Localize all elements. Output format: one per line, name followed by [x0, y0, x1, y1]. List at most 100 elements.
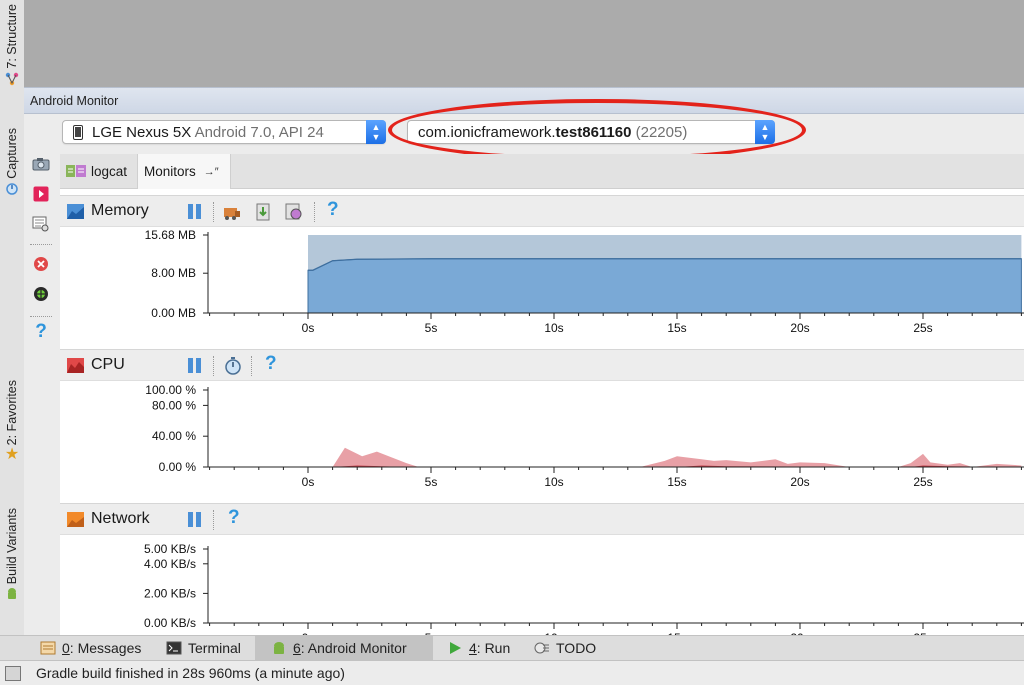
cpu-y-tick-label: 40.00 %: [152, 429, 196, 443]
separator: [213, 356, 214, 376]
tab-logcat-label: logcat: [91, 163, 128, 179]
separator: [213, 202, 214, 222]
terminal-icon: [166, 641, 182, 655]
initiate-gc-button[interactable]: [223, 203, 241, 221]
terminal-tab[interactable]: Terminal: [160, 636, 247, 660]
pin-tab-icon[interactable]: →″: [204, 166, 219, 178]
android-monitor-tab[interactable]: 6: Android Monitor: [255, 636, 433, 660]
network-pause-button[interactable]: [188, 512, 202, 527]
memory-x-tick-label: 10s: [544, 321, 563, 335]
panel-title: Android Monitor: [30, 94, 119, 108]
layout-inspector-button[interactable]: [31, 284, 51, 304]
highlight-annotation: [388, 99, 806, 161]
bottom-tool-window-bar: 0: Messages Terminal 6: Android Monitor …: [0, 635, 1024, 661]
memory-x-tick-label: 5s: [425, 321, 438, 335]
device-dropdown[interactable]: LGE Nexus 5X Android 7.0, API 24 ▲ ▼: [62, 120, 386, 144]
run-tab[interactable]: 4: Run: [441, 636, 516, 660]
terminal-tab-label: Terminal: [188, 640, 241, 656]
android-monitor-tab-label: : Android Monitor: [300, 640, 407, 656]
camera-icon: [32, 158, 50, 171]
cpu-y-tick-label: 80.00 %: [152, 398, 196, 412]
memory-y-tick-label: 0.00 MB: [151, 306, 196, 320]
todo-tab[interactable]: TODO: [528, 636, 602, 660]
monitors-panel: Memory ? 0.00 MB 8.00 MB 15.68 MB 0s 5s 10s 15…: [60, 189, 1024, 635]
phone-icon: [73, 125, 83, 140]
screen-record-button[interactable]: [31, 184, 51, 204]
track-allocations-button[interactable]: [285, 203, 303, 221]
star-icon: ★: [4, 446, 20, 464]
messages-tab-label: : Messages: [69, 640, 142, 656]
memory-help-icon[interactable]: ?: [327, 199, 339, 221]
run-tab-label: : Run: [476, 640, 511, 656]
run-icon: [450, 642, 461, 654]
network-y-tick-label: 2.00 KB/s: [144, 586, 196, 600]
logcat-icon: [66, 165, 86, 177]
network-title: Network: [91, 510, 150, 527]
cpu-title: CPU: [91, 356, 125, 373]
network-help-icon[interactable]: ?: [228, 507, 240, 529]
cpu-chart: 0.00 % 40.00 % 80.00 %100.00 % 0s 5s 10s 15s 20…: [145, 383, 1024, 489]
tool-windows-toggle-icon[interactable]: [5, 666, 21, 681]
memory-y-tick-label: 15.68 MB: [145, 228, 196, 242]
tab-monitors-label: Monitors: [144, 164, 196, 179]
device-detail: Android 7.0, API 24: [194, 124, 324, 141]
tab-monitors[interactable]: Monitors →″: [137, 154, 231, 189]
captures-tab[interactable]: Captures: [0, 128, 24, 199]
system-info-button[interactable]: [31, 214, 51, 234]
cpu-x-tick-label: 10s: [544, 475, 563, 489]
cpu-pause-button[interactable]: [188, 358, 202, 373]
help-button[interactable]: ?: [31, 321, 51, 342]
favorites-tab-label: 2: Favorites: [5, 380, 19, 446]
cpu-y-tick-label: 100.00 %: [145, 383, 196, 397]
monitor-tab-bar: logcat Monitors →″: [60, 154, 1024, 189]
cpu-x-tick-label: 25s: [913, 475, 932, 489]
dump-heap-button[interactable]: [255, 203, 273, 221]
separator: [30, 244, 52, 245]
layout-inspector-icon: [34, 287, 48, 301]
status-text: Gradle build finished in 28s 960ms (a mi…: [36, 665, 345, 681]
memory-chart: 0.00 MB 8.00 MB 15.68 MB 0s 5s 10s 15s 20s 25s: [145, 228, 1024, 335]
screen-capture-button[interactable]: [31, 154, 51, 174]
tab-logcat[interactable]: logcat: [60, 154, 136, 188]
captures-icon: [6, 182, 18, 195]
build-variants-tab[interactable]: Build Variants: [0, 508, 24, 604]
start-method-tracing-button[interactable]: [224, 357, 242, 375]
network-monitor-icon: [67, 512, 84, 527]
messages-icon: [40, 641, 56, 655]
network-chart: 0.00 KB/s2.00 KB/s4.00 KB/s5.00 KB/s0s5s…: [144, 542, 1024, 635]
cpu-x-tick-label: 15s: [667, 475, 686, 489]
memory-monitor-header: Memory ?: [60, 195, 1024, 227]
messages-tab[interactable]: 0: Messages: [34, 636, 147, 660]
monitor-toolbar: ?: [24, 154, 61, 635]
terminate-app-button[interactable]: [31, 254, 51, 274]
memory-x-tick-label: 20s: [790, 321, 809, 335]
android-icon: [274, 642, 284, 654]
run-tab-number: 4: [469, 640, 477, 656]
cpu-y-tick-label: 0.00 %: [159, 460, 197, 474]
help-icon: ?: [35, 321, 47, 342]
memory-series-area: [307, 258, 1022, 314]
android-monitor-tab-number: 6: [293, 640, 301, 656]
memory-x-tick-label: 15s: [667, 321, 686, 335]
cpu-help-icon[interactable]: ?: [265, 353, 277, 375]
network-y-tick-label: 0.00 KB/s: [144, 616, 196, 630]
android-icon: [8, 588, 16, 600]
structure-tab[interactable]: 7: Structure: [0, 4, 24, 89]
captures-tab-label: Captures: [5, 128, 19, 179]
cpu-series-area: [308, 447, 1022, 467]
memory-pause-button[interactable]: [188, 204, 202, 219]
device-name: LGE Nexus 5X: [92, 124, 192, 141]
system-info-icon: [32, 216, 49, 232]
memory-x-tick-label: 0s: [302, 321, 315, 335]
memory-title: Memory: [91, 202, 149, 219]
cpu-x-tick-label: 5s: [425, 475, 438, 489]
cpu-monitor-icon: [67, 358, 84, 373]
separator: [213, 510, 214, 530]
cpu-x-tick-label: 20s: [790, 475, 809, 489]
separator: [251, 356, 252, 376]
todo-icon: [534, 642, 549, 654]
favorites-tab[interactable]: 2: Favorites ★: [0, 380, 24, 463]
left-tool-strip: 7: Structure Captures 2: Favorites ★ Bui…: [0, 0, 25, 635]
network-y-tick-label: 4.00 KB/s: [144, 557, 196, 571]
todo-tab-label: TODO: [556, 640, 597, 656]
